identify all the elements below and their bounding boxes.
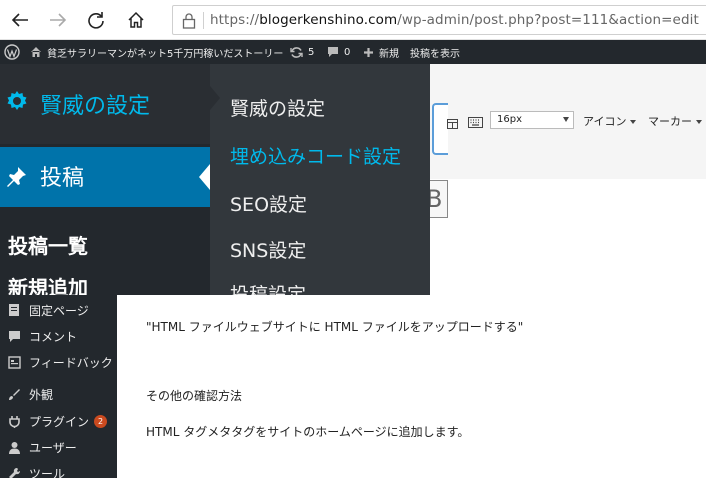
sidebar-item-label: 外観 bbox=[29, 387, 54, 402]
wp-admin-bar: 貧乏サラリーマンがネット5千万円稼いだストーリー 5 0 新規 投稿を表示 bbox=[0, 40, 706, 64]
sidebar-item-plugins[interactable]: プラグイン 2 bbox=[0, 408, 117, 434]
wp-logo-button[interactable] bbox=[4, 40, 20, 64]
reload-button[interactable] bbox=[82, 6, 110, 34]
feedback-icon bbox=[6, 354, 22, 370]
page-icon bbox=[6, 302, 22, 318]
address-bar[interactable]: https://blogerkenshino.com/wp-admin/post… bbox=[172, 5, 706, 35]
comments-count: 0 bbox=[344, 46, 351, 58]
sidebar-item-appearance[interactable]: 外観 bbox=[0, 381, 117, 407]
site-name-label: 貧乏サラリーマンがネット5千万円稼いだストーリー bbox=[47, 48, 284, 60]
new-label: 新規 bbox=[379, 48, 399, 60]
url-text: https://blogerkenshino.com/wp-admin/post… bbox=[210, 12, 699, 28]
editor-focus-frame bbox=[432, 103, 448, 155]
submenu-item-keni-settings[interactable]: 賢威の設定 bbox=[230, 94, 325, 121]
home-site-icon bbox=[31, 47, 41, 57]
user-icon bbox=[6, 439, 22, 455]
chevron-down-icon bbox=[696, 120, 702, 124]
posts-label: 投稿 bbox=[40, 166, 85, 191]
chevron-down-icon bbox=[563, 117, 569, 122]
tools-icon bbox=[6, 465, 22, 478]
keni-settings-submenu: 賢威の設定 埋め込みコード設定 SEO設定 SNS設定 投稿設定 bbox=[210, 64, 430, 295]
icon-dropdown[interactable]: アイコン bbox=[583, 113, 637, 129]
submenu-item-post-settings[interactable]: 投稿設定 bbox=[230, 280, 306, 295]
back-button[interactable] bbox=[6, 6, 34, 34]
url-path: /wp-admin/post.php?post=111&action=edit bbox=[397, 12, 699, 28]
sidebar-item-pages[interactable]: 固定ページ bbox=[0, 297, 117, 323]
comment-bubble-icon bbox=[328, 47, 338, 57]
lock-icon bbox=[182, 13, 196, 29]
sidebar-item-label: コメント bbox=[29, 329, 78, 344]
pushpin-icon bbox=[7, 167, 26, 187]
plugin-update-badge: 2 bbox=[94, 414, 108, 428]
plus-icon bbox=[364, 47, 373, 57]
active-menu-arrow bbox=[199, 164, 210, 190]
url-domain: blogerkenshino.com bbox=[259, 12, 398, 28]
submenu-all-posts[interactable]: 投稿一覧 bbox=[8, 230, 88, 259]
view-post-link[interactable]: 投稿を表示 bbox=[410, 40, 460, 64]
site-name-link[interactable]: 貧乏サラリーマンがネット5千万円稼いだストーリー bbox=[30, 40, 283, 64]
appearance-icon bbox=[6, 386, 22, 402]
sidebar-item-users[interactable]: ユーザー bbox=[0, 434, 117, 460]
font-size-value: 16px bbox=[497, 114, 522, 125]
updates-link[interactable]: 5 bbox=[290, 40, 314, 64]
sidebar-item-label: プラグイン bbox=[29, 414, 90, 429]
comment-icon bbox=[6, 328, 22, 344]
gear-icon bbox=[7, 91, 27, 110]
toolbar-table-icon[interactable] bbox=[447, 114, 458, 133]
chevron-down-icon bbox=[630, 120, 637, 124]
sidebar-item-label: ツール bbox=[29, 466, 66, 478]
keni-settings-label: 賢威の設定 bbox=[40, 94, 151, 119]
view-post-label: 投稿を表示 bbox=[410, 48, 460, 60]
sidebar-item-comments[interactable]: コメント bbox=[0, 323, 117, 349]
wordpress-logo-icon bbox=[4, 44, 20, 60]
menu-item-keni-settings[interactable]: 賢威の設定 bbox=[0, 64, 210, 144]
sidebar-item-label: フィードバック bbox=[29, 355, 113, 370]
sidebar-item-tools[interactable]: ツール bbox=[0, 460, 117, 478]
updates-count: 5 bbox=[308, 46, 315, 58]
comments-link[interactable]: 0 bbox=[327, 40, 350, 64]
sidebar-item-label: 固定ページ bbox=[29, 303, 89, 318]
updates-icon bbox=[290, 46, 303, 58]
sidebar-item-feedback[interactable]: フィードバック bbox=[0, 349, 117, 375]
url-scheme: https:// bbox=[210, 12, 260, 28]
plugin-icon bbox=[6, 413, 22, 429]
browser-toolbar: https://blogerkenshino.com/wp-admin/post… bbox=[0, 0, 706, 40]
submenu-pointer bbox=[210, 86, 220, 110]
zoomed-menu-overlay: 賢威の設定 投稿 投稿一覧 新規追加 賢威の設定 埋め込みコード設定 SEO設定… bbox=[0, 64, 430, 295]
partial-toolbar-button[interactable]: B bbox=[430, 180, 448, 218]
font-size-select[interactable]: 16px bbox=[490, 111, 574, 129]
submenu-item-seo[interactable]: SEO設定 bbox=[230, 190, 307, 217]
home-icon bbox=[128, 11, 144, 28]
content-paragraph: その他の確認方法 bbox=[146, 389, 243, 403]
marker-dropdown[interactable]: マーカー bbox=[648, 113, 702, 129]
back-arrow-icon bbox=[11, 13, 28, 27]
home-button[interactable] bbox=[122, 6, 150, 34]
submenu-add-new[interactable]: 新規追加 bbox=[8, 272, 88, 295]
new-content-link[interactable]: 新規 bbox=[363, 40, 399, 64]
keyboard-icon[interactable] bbox=[468, 113, 483, 132]
icon-dropdown-label: アイコン bbox=[583, 115, 627, 128]
address-separator bbox=[203, 12, 204, 29]
marker-dropdown-label: マーカー bbox=[648, 115, 692, 128]
content-paragraph: HTML タグメタタグをサイトのホームページに追加します。 bbox=[146, 425, 470, 439]
content-paragraph: "HTML ファイルウェブサイトに HTML ファイルをアップロードする" bbox=[146, 320, 524, 334]
submenu-item-embed-code[interactable]: 埋め込みコード設定 bbox=[230, 142, 401, 169]
forward-arrow-icon bbox=[50, 13, 67, 27]
forward-button[interactable] bbox=[44, 6, 72, 34]
submenu-item-sns[interactable]: SNS設定 bbox=[230, 236, 306, 263]
menu-item-posts[interactable]: 投稿 bbox=[0, 147, 210, 207]
reload-icon bbox=[88, 12, 104, 29]
sidebar-item-label: ユーザー bbox=[29, 440, 77, 455]
